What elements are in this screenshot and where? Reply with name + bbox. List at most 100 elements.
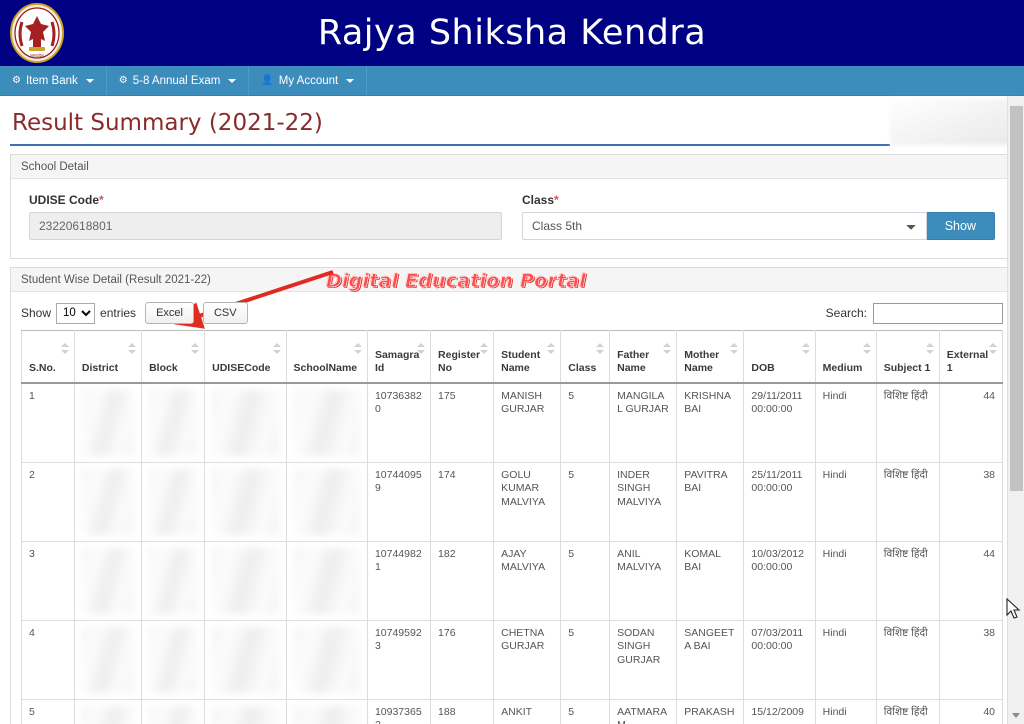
redacted-value xyxy=(81,705,135,724)
redacted-value xyxy=(81,626,135,693)
class-label: Class* xyxy=(522,193,995,207)
column-header-subject-1[interactable]: Subject 1 xyxy=(875,330,940,384)
cell-medium: Hindi xyxy=(814,698,877,724)
column-header-sno[interactable]: S.No. xyxy=(21,330,75,384)
column-header-mother-name[interactable]: Mother Name xyxy=(676,330,745,384)
column-header-udisecode[interactable]: UDISECode xyxy=(204,330,287,384)
column-header-district-label: District xyxy=(81,362,119,375)
export-csv-button[interactable]: CSV xyxy=(202,302,248,324)
cell-external-1: 38 xyxy=(938,461,1004,542)
sort-icon xyxy=(417,343,426,354)
export-excel-button[interactable]: Excel xyxy=(145,302,194,324)
class-select[interactable]: Class 5th xyxy=(522,212,927,240)
chevron-down-icon xyxy=(228,78,237,83)
scrollbar-thumb[interactable] xyxy=(1010,106,1023,491)
sort-icon xyxy=(596,343,605,354)
sort-icon xyxy=(862,343,871,354)
cell-sno: 1 xyxy=(21,382,75,463)
cell-udisecode xyxy=(204,540,287,621)
column-header-schoolname[interactable]: SchoolName xyxy=(285,330,368,384)
show-label: Show xyxy=(21,306,52,320)
column-header-class[interactable]: Class xyxy=(560,330,611,384)
column-header-student-name-label: Student Name xyxy=(501,349,541,375)
class-label-text: Class xyxy=(522,193,555,207)
column-header-father-name[interactable]: Father Name xyxy=(609,330,678,384)
cell-samagra-id: 107363820 xyxy=(366,382,432,463)
table-row: 5109373652188ANKIT5AATMARAMPRAKASH15/12/… xyxy=(21,698,1004,724)
sort-icon xyxy=(128,343,137,354)
scroll-down-arrow-icon[interactable] xyxy=(1012,713,1020,718)
page-content: Result Summary (2021-22) School Detail U… xyxy=(0,96,1024,724)
search-label: Search: xyxy=(825,306,867,320)
redacted-value xyxy=(149,468,198,535)
redacted-value xyxy=(293,705,360,724)
search-input[interactable] xyxy=(873,302,1003,324)
page-length-select[interactable]: 10 xyxy=(56,302,96,324)
cell-medium: Hindi xyxy=(814,461,877,542)
cell-medium: Hindi xyxy=(814,382,877,463)
cell-sno: 3 xyxy=(21,540,75,621)
sort-icon xyxy=(353,343,362,354)
datatable-length-control: Show 10 entries Excel CSV xyxy=(21,302,248,324)
entries-label: entries xyxy=(100,306,137,320)
redacted-value xyxy=(293,626,360,693)
table-body: 1 107363820 175 MANISH GURJAR 5 MANGILAL GURJ… xyxy=(21,382,1004,724)
school-detail-panel: School Detail UDISE Code* Class* xyxy=(10,154,1014,259)
show-button[interactable]: Show xyxy=(926,212,995,240)
redacted-value xyxy=(149,389,198,456)
column-header-register-no[interactable]: Register No xyxy=(430,330,495,384)
sort-icon xyxy=(191,343,200,354)
column-header-samagra-id[interactable]: Samagra Id xyxy=(366,330,432,384)
redacted-value xyxy=(149,626,198,693)
cell-schoolname xyxy=(285,540,368,621)
cell-class: 5 xyxy=(560,619,611,700)
cell-student-name: MANISH GURJAR xyxy=(493,382,562,463)
digital-education-portal-watermark: Digital Education Portal xyxy=(326,270,586,293)
cell-register-no: 176 xyxy=(430,619,495,700)
cell-subject-1: विशिष्ट हिंदी xyxy=(875,382,940,463)
cell-mother-name: PRAKASH xyxy=(676,698,745,724)
nav-item-item-bank[interactable]: ⚙ Item Bank xyxy=(0,66,107,95)
school-detail-heading: School Detail xyxy=(21,161,89,173)
redacted-value xyxy=(212,389,279,456)
cell-samagra-id: 107495923 xyxy=(366,619,432,700)
cell-father-name: SODAN SINGH GURJAR xyxy=(609,619,678,700)
column-header-sno-label: S.No. xyxy=(29,362,56,375)
column-header-class-label: Class xyxy=(568,362,597,375)
udise-label-text: UDISE Code xyxy=(29,193,100,207)
column-header-register-no-label: Register No xyxy=(438,349,481,375)
column-header-district[interactable]: District xyxy=(73,330,143,384)
table-header: S.No. District Block UDISECode SchoolNam… xyxy=(21,330,1004,384)
cell-mother-name: KRISHNA BAI xyxy=(676,382,745,463)
redacted-value xyxy=(293,547,360,614)
nav-item-annual-exam[interactable]: ⚙ 5-8 Annual Exam xyxy=(107,66,250,95)
vertical-scrollbar[interactable] xyxy=(1007,96,1024,724)
cell-block xyxy=(141,698,206,724)
column-header-medium[interactable]: Medium xyxy=(814,330,877,384)
nav-item-my-account[interactable]: 👤 My Account xyxy=(249,66,368,95)
column-header-mother-name-label: Mother Name xyxy=(684,349,720,375)
nav-item-item-bank-label: Item Bank xyxy=(25,74,78,87)
column-header-external-1-label: External 1 xyxy=(946,349,989,375)
column-header-student-name[interactable]: Student Name xyxy=(493,330,562,384)
column-header-block[interactable]: Block xyxy=(141,330,206,384)
nav-item-annual-exam-label: 5-8 Annual Exam xyxy=(132,74,221,87)
column-header-block-label: Block xyxy=(149,362,178,375)
student-detail-panel: Student Wise Detail (Result 2021-22) Dig… xyxy=(10,267,1014,724)
user-icon: 👤 xyxy=(261,74,274,86)
sort-icon xyxy=(272,343,281,354)
table-header-row: S.No. District Block UDISECode SchoolNam… xyxy=(21,330,1004,384)
sort-icon xyxy=(925,343,934,354)
cell-samagra-id: 107449821 xyxy=(366,540,432,621)
column-header-dob[interactable]: DOB xyxy=(743,330,816,384)
table-row: 4 107495923 176 CHETNA GURJAR 5 SODAN SINGH G… xyxy=(21,619,1004,700)
cell-schoolname xyxy=(285,461,368,542)
cell-district xyxy=(73,382,143,463)
cell-class: 5 xyxy=(560,540,611,621)
udise-code-input[interactable] xyxy=(29,212,502,240)
page-root: मध्यप्रदेश Rajya Shiksha Kendra ⚙ Item B… xyxy=(0,0,1024,724)
cell-samagra-id: 107440959 xyxy=(366,461,432,542)
redacted-value xyxy=(212,626,279,693)
cell-dob: 15/12/2009 xyxy=(743,698,816,724)
column-header-external-1[interactable]: External 1 xyxy=(938,330,1004,384)
